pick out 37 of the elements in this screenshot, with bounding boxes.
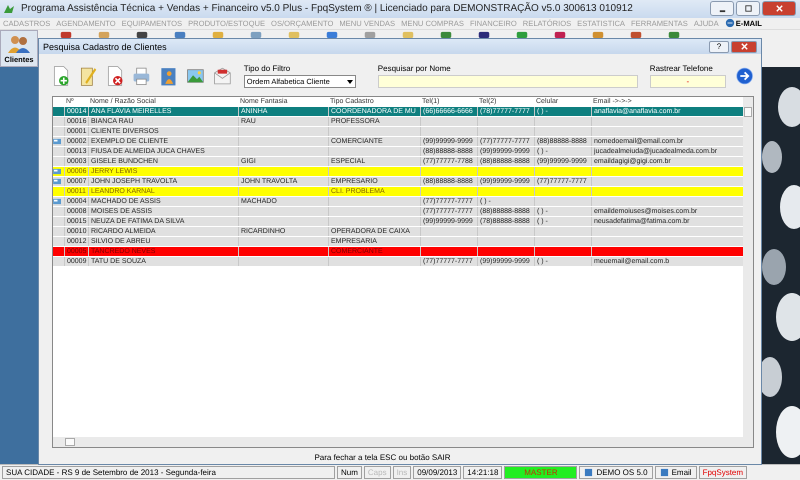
close-button[interactable] [731, 40, 757, 52]
panel-icon [584, 468, 594, 478]
status-text: 14:21:18 [463, 466, 502, 480]
toolbar-icon[interactable] [476, 31, 492, 38]
field-label: Rastrear Telefone [650, 64, 714, 73]
brand-label: FpqSystem [698, 466, 748, 480]
caret-icon [346, 78, 354, 86]
status-text: SUA CIDADE - RS 9 de Setembro de 2013 - Segunda-feira [2, 466, 335, 480]
close-icon [740, 42, 748, 51]
user-indicator: MASTER [504, 466, 578, 480]
key-indicator: Num [337, 466, 362, 480]
dialog-title: Pesquisa Cadastro de Clientes [43, 42, 167, 52]
status-text: 09/09/2013 [413, 466, 462, 480]
maximize-icon [744, 4, 752, 14]
hint-text: Para fechar a tela ESC ou botão SAIR [313, 453, 452, 462]
toolbar-icon[interactable] [134, 31, 150, 38]
toolbar-icon[interactable] [552, 31, 568, 38]
scroll-thumb[interactable] [744, 107, 752, 117]
status-text: Email [672, 468, 692, 478]
field-label: Pesquisar por Nome [378, 64, 452, 73]
toolbar-icon[interactable] [58, 31, 74, 38]
field-label: Tipo do Filtro [244, 64, 292, 73]
maximize-button[interactable] [736, 1, 760, 16]
help-button[interactable]: ? [709, 40, 729, 52]
phone-search-field[interactable]: - [650, 75, 726, 88]
go-arrow-button[interactable] [736, 65, 754, 87]
close-icon [774, 4, 784, 14]
name-search-field[interactable] [378, 75, 638, 88]
panel-icon [660, 468, 669, 478]
status-text: DEMO OS 5.0 [596, 468, 648, 478]
app-icon [3, 2, 15, 15]
window-title: Programa Assistência Técnica + Vendas + Financeiro v5.0 Plus - FpqSystem ® | Licenciado para DEMONSTRAÇÃO v5.0 300613 010912 [21, 3, 633, 14]
people-icon [7, 33, 31, 56]
close-button[interactable] [762, 1, 796, 16]
key-indicator: Ins [392, 466, 412, 480]
scroll-thumb[interactable] [65, 438, 75, 446]
key-indicator: Caps [364, 466, 391, 480]
